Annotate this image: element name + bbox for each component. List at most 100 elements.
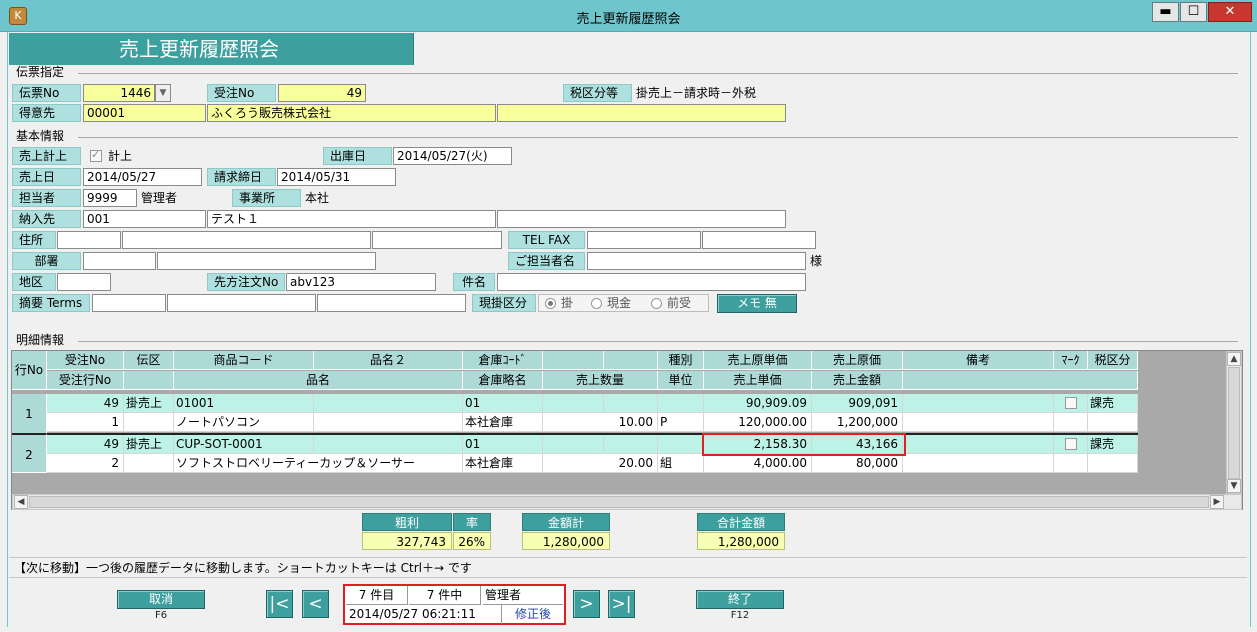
mark-checkbox[interactable]: [1064, 438, 1077, 450]
chiku-field[interactable]: [57, 273, 111, 291]
scroll-left-icon[interactable]: ◀: [14, 495, 28, 509]
cancel-button[interactable]: 取消: [117, 590, 205, 609]
cell-soko-code[interactable]: 01: [463, 394, 543, 413]
fax-field[interactable]: [702, 231, 816, 249]
grid-header: 売上数量: [543, 371, 658, 390]
cell-gen-ka[interactable]: 909,091: [812, 394, 903, 413]
cell-tanka[interactable]: 4,000.00: [704, 454, 812, 473]
cell-tani[interactable]: P: [658, 413, 704, 432]
cell-soko-code[interactable]: 01: [463, 435, 543, 454]
radio-kake[interactable]: [545, 298, 556, 309]
cell-denku[interactable]: 掛売上: [124, 435, 174, 454]
memo-button[interactable]: メモ 無: [717, 294, 797, 313]
kenmei-field[interactable]: [497, 273, 806, 291]
grid-row-number[interactable]: 2: [12, 433, 47, 473]
cell-suryo[interactable]: 10.00: [543, 413, 658, 432]
sakikata-field[interactable]: abv123: [286, 273, 436, 291]
cell-denku[interactable]: 掛売上: [124, 394, 174, 413]
tel-field[interactable]: [587, 231, 701, 249]
cell-blank[interactable]: [543, 394, 604, 413]
cell-hinmei2[interactable]: [314, 394, 463, 413]
cell-biko[interactable]: [903, 394, 1054, 413]
jusho-field-3[interactable]: [372, 231, 502, 249]
uriage-date-field[interactable]: 2014/05/27: [83, 168, 202, 186]
grid-row-number[interactable]: 1: [12, 394, 47, 434]
cell-blank[interactable]: [604, 394, 658, 413]
cell-hinmei2[interactable]: [314, 435, 463, 454]
cell-blank[interactable]: [1054, 454, 1088, 473]
last-record-button[interactable]: >|: [608, 590, 635, 618]
gokei-value: 1,280,000: [697, 532, 785, 550]
exit-button[interactable]: 終了: [696, 590, 784, 609]
cell-blank[interactable]: [604, 435, 658, 454]
cell-kingaku[interactable]: 80,000: [812, 454, 903, 473]
cell-juchu-gyo[interactable]: 1: [47, 413, 124, 432]
cell-zei[interactable]: 課売: [1088, 394, 1138, 413]
horizontal-scroll-thumb[interactable]: [29, 496, 1209, 508]
cell-blank[interactable]: [903, 413, 1054, 432]
first-record-button[interactable]: |<: [266, 590, 293, 618]
cell-juchu-no[interactable]: 49: [47, 394, 124, 413]
tokuisaki-name-field[interactable]: ふくろう販売株式会社: [207, 104, 496, 122]
tokuisaki-extra-field[interactable]: [497, 104, 786, 122]
nonyu-name-field[interactable]: テスト１: [207, 210, 496, 228]
cell-mark[interactable]: [1054, 394, 1088, 413]
cell-blank[interactable]: [314, 413, 463, 432]
scroll-right-icon[interactable]: ▶: [1210, 495, 1224, 509]
tokuisaki-code-field[interactable]: 00001: [83, 104, 206, 122]
nonyu-extra-field[interactable]: [497, 210, 786, 228]
juchu-no-field[interactable]: 49: [278, 84, 366, 102]
cell-zei[interactable]: 課売: [1088, 435, 1138, 454]
denpyo-dropdown-icon[interactable]: ▼: [155, 84, 171, 102]
tanto-code-field[interactable]: 9999: [83, 189, 137, 207]
jusho-field-1[interactable]: [57, 231, 121, 249]
cell-juchu-no[interactable]: 49: [47, 435, 124, 454]
radio-genkin[interactable]: [591, 298, 602, 309]
radio-maeuke[interactable]: [651, 298, 662, 309]
cell-blank[interactable]: [124, 413, 174, 432]
cell-tanka[interactable]: 120,000.00: [704, 413, 812, 432]
maximize-button[interactable]: ☐: [1180, 2, 1207, 22]
cell-shohin-code[interactable]: CUP-SOT-0001: [174, 435, 314, 454]
minimize-button[interactable]: ▬: [1152, 2, 1179, 22]
cell-biko[interactable]: [903, 435, 1054, 454]
cell-gen-tanka[interactable]: 90,909.09: [704, 394, 812, 413]
cell-blank[interactable]: [1054, 413, 1088, 432]
close-button[interactable]: ✕: [1208, 2, 1252, 22]
cell-mark[interactable]: [1054, 435, 1088, 454]
cell-shubetsu[interactable]: [658, 435, 704, 454]
section-divider: [78, 341, 1238, 342]
vertical-scroll-thumb[interactable]: [1228, 367, 1240, 479]
gotanto-field[interactable]: [587, 252, 806, 270]
busho-field-2[interactable]: [157, 252, 376, 270]
cell-kingaku[interactable]: 1,200,000: [812, 413, 903, 432]
cell-blank[interactable]: [543, 435, 604, 454]
shukko-field[interactable]: 2014/05/27(火): [393, 147, 512, 165]
mark-checkbox[interactable]: [1064, 397, 1077, 409]
cell-soko[interactable]: 本社倉庫: [463, 454, 543, 473]
cell-soko[interactable]: 本社倉庫: [463, 413, 543, 432]
seikyu-field[interactable]: 2014/05/31: [277, 168, 396, 186]
next-record-button[interactable]: >: [573, 590, 600, 618]
busho-field-1[interactable]: [83, 252, 156, 270]
nonyu-code-field[interactable]: 001: [83, 210, 206, 228]
cell-blank[interactable]: [124, 454, 174, 473]
denpyo-no-field[interactable]: 1446: [83, 84, 155, 102]
cell-tani[interactable]: 組: [658, 454, 704, 473]
cell-hinmei[interactable]: ノートパソコン: [174, 413, 314, 432]
tekiyo-field-2[interactable]: [167, 294, 316, 312]
cell-blank[interactable]: [903, 454, 1054, 473]
cell-hinmei[interactable]: ソフトストロベリーティーカップ＆ソーサー: [174, 454, 463, 473]
cell-suryo[interactable]: 20.00: [543, 454, 658, 473]
cell-shohin-code[interactable]: 01001: [174, 394, 314, 413]
scroll-down-icon[interactable]: ▼: [1227, 479, 1241, 493]
prev-record-button[interactable]: <: [302, 590, 329, 618]
scroll-up-icon[interactable]: ▲: [1227, 352, 1241, 366]
cell-juchu-gyo[interactable]: 2: [47, 454, 124, 473]
jusho-field-2[interactable]: [122, 231, 371, 249]
cell-blank[interactable]: [1088, 413, 1138, 432]
tekiyo-field-1[interactable]: [92, 294, 166, 312]
cell-shubetsu[interactable]: [658, 394, 704, 413]
cell-blank[interactable]: [1088, 454, 1138, 473]
tekiyo-field-3[interactable]: [317, 294, 466, 312]
